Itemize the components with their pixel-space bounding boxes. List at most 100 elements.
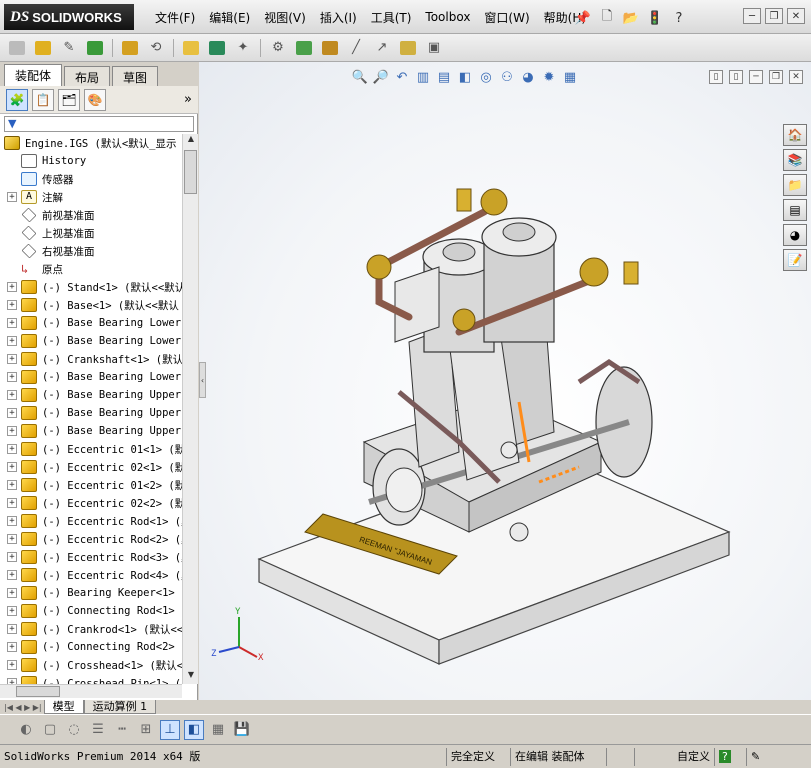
expand-icon[interactable]: + [7,300,17,310]
help-button[interactable]: ? [714,747,746,766]
lines-icon[interactable]: ☰ [88,720,108,740]
expand-icon[interactable]: + [7,444,17,454]
menu-toolbox[interactable]: Toolbox [418,10,477,24]
expand-icon[interactable]: + [7,318,17,328]
tree-item[interactable]: + (-) Eccentric Rod<2> (默 [0,530,182,548]
edit-icon[interactable]: ✎ [746,747,786,766]
tree-item[interactable]: + (-) Eccentric 02<1> (默 [0,458,182,476]
hscroll-thumb[interactable] [16,686,60,697]
hidden-lines-icon[interactable]: ◌ [64,720,84,740]
expand-icon[interactable]: + [7,498,17,508]
update-icon[interactable] [397,37,419,59]
tree-item[interactable]: History [0,152,182,170]
menu-edit[interactable]: 编辑(E) [202,9,257,26]
expand-arrow-icon[interactable]: » [184,92,192,107]
tree-item[interactable]: + (-) Crankrod<1> (默认<< [0,620,182,638]
filter-field[interactable]: ▼ [4,116,194,132]
expand-icon[interactable]: + [7,282,17,292]
tree-item[interactable]: + A 注解 [0,188,182,206]
expand-icon[interactable]: + [7,606,17,616]
section-icon[interactable]: ⊞ [136,720,156,740]
tree-item[interactable]: + (-) Base Bearing Lower [0,368,182,386]
close-button[interactable]: ✕ [787,8,805,24]
engine-model[interactable]: REEMAN "JAYAMAN Y X Z [199,62,811,700]
tree-item[interactable]: ↳ 原点 [0,260,182,278]
tree-item[interactable]: + (-) Eccentric Rod<1> (默 [0,512,182,530]
scroll-thumb[interactable] [184,150,197,194]
tree-item[interactable]: + (-) Eccentric Rod<3> (默 [0,548,182,566]
tab-nav-first-icon[interactable]: |◀ ◀ ▶ ▶| [4,703,42,712]
solidworks-logo[interactable]: DS SOLIDWORKS [4,4,134,30]
pin-icon[interactable]: 📌 [574,9,592,27]
tree-item[interactable]: + (-) Eccentric 01<1> (默 [0,440,182,458]
tree-item[interactable]: + (-) Eccentric 01<2> (默 [0,476,182,494]
tree-root[interactable]: Engine.IGS (默认<默认_显示 [0,134,182,152]
expand-icon[interactable]: + [7,552,17,562]
tab-motion-study[interactable]: 运动算例 1 [83,700,157,714]
feature-manager-icon[interactable]: 🧩 [6,88,28,111]
tree-item[interactable]: + (-) Connecting Rod<1> ( [0,602,182,620]
smart-fasteners-icon[interactable] [119,37,141,59]
tab-assembly[interactable]: 装配体 [4,64,63,86]
tree-item[interactable]: 前视基准面 [0,206,182,224]
wireframe-icon[interactable]: ▢ [40,720,60,740]
tree-item[interactable]: + (-) Base Bearing Upper [0,422,182,440]
cube-view-icon[interactable]: ◧ [184,719,204,740]
mate-icon[interactable] [32,37,54,59]
tree-item[interactable]: + (-) Connecting Rod<2> ( [0,638,182,656]
reference-geometry-icon[interactable]: ✦ [232,37,254,59]
tree-item[interactable]: + (-) Base Bearing Upper [0,404,182,422]
property-manager-icon[interactable]: 📋 [32,88,54,111]
status-units[interactable]: 自定义 [634,747,714,766]
shaded-icon[interactable]: ◐ [16,720,36,740]
expand-icon[interactable]: + [7,624,17,634]
snapshot-icon[interactable]: ▣ [423,37,445,59]
open-icon[interactable]: 📂 [622,9,640,27]
expand-icon[interactable]: + [7,660,17,670]
tree-item[interactable]: + (-) Base Bearing Upper [0,386,182,404]
new-document-icon[interactable]: 🗋 [598,9,616,27]
menu-window[interactable]: 窗口(W) [477,9,536,26]
minimize-button[interactable]: ─ [743,8,761,24]
show-hidden-icon[interactable] [180,37,202,59]
menu-file[interactable]: 文件(F) [148,9,202,26]
tree-item[interactable]: + (-) Bearing Keeper<1> ( [0,584,182,602]
expand-icon[interactable]: + [7,408,17,418]
help-icon[interactable]: ? [670,9,688,27]
sketch-icon[interactable]: ⊥ [160,719,180,740]
exploded-view-icon[interactable] [319,37,341,59]
tree-item[interactable]: + (-) Crosshead Pin<1> (默 [0,674,182,684]
move-component-icon[interactable]: ⟲ [145,37,167,59]
expand-icon[interactable]: + [7,336,17,346]
scroll-up-icon[interactable]: ▲ [183,134,199,148]
expand-icon[interactable]: + [7,480,17,490]
linear-pattern-icon[interactable] [84,37,106,59]
graphics-area[interactable]: ‹ 🔍 🔎 ↶ ▥ ▤ ◧ ◎ ⚇ ◕ ✹ ▦ ▯ ▯ ─ ❐ ✕ 🏠 📚 📁 … [199,62,811,700]
bill-of-materials-icon[interactable] [293,37,315,59]
assembly-features-icon[interactable] [206,37,228,59]
tree-item[interactable]: + (-) Base Bearing Lower [0,314,182,332]
tree-vertical-scrollbar[interactable]: ▲ ▼ [182,134,198,684]
table-icon[interactable]: ▦ [208,720,228,740]
scroll-down-icon[interactable]: ▼ [183,670,199,684]
tab-sketch[interactable]: 草图 [112,66,159,86]
tree-item[interactable]: + (-) Base Bearing Lower [0,332,182,350]
tree-item[interactable]: + (-) Crankshaft<1> (默认 [0,350,182,368]
instant3d-icon[interactable]: ↗ [371,37,393,59]
menu-insert[interactable]: 插入(I) [313,9,364,26]
expand-icon[interactable]: + [7,354,17,364]
expand-icon[interactable]: + [7,642,17,652]
menu-view[interactable]: 视图(V) [257,9,313,26]
tree-item[interactable]: + (-) Crosshead<1> (默认< [0,656,182,674]
expand-icon[interactable]: + [7,462,17,472]
new-motion-study-icon[interactable]: ⚙ [267,37,289,59]
configuration-manager-icon[interactable]: 🗂 [58,88,80,111]
display-manager-icon[interactable]: 🎨 [84,88,106,111]
save-icon[interactable]: 💾 [232,720,252,740]
pin-tool-icon[interactable]: ✎ [58,37,80,59]
restore-button[interactable]: ❐ [765,8,783,24]
dashed-lines-icon[interactable]: ┅ [112,720,132,740]
tree-item[interactable]: 传感器 [0,170,182,188]
expand-icon[interactable]: + [7,426,17,436]
expand-icon[interactable]: + [7,390,17,400]
